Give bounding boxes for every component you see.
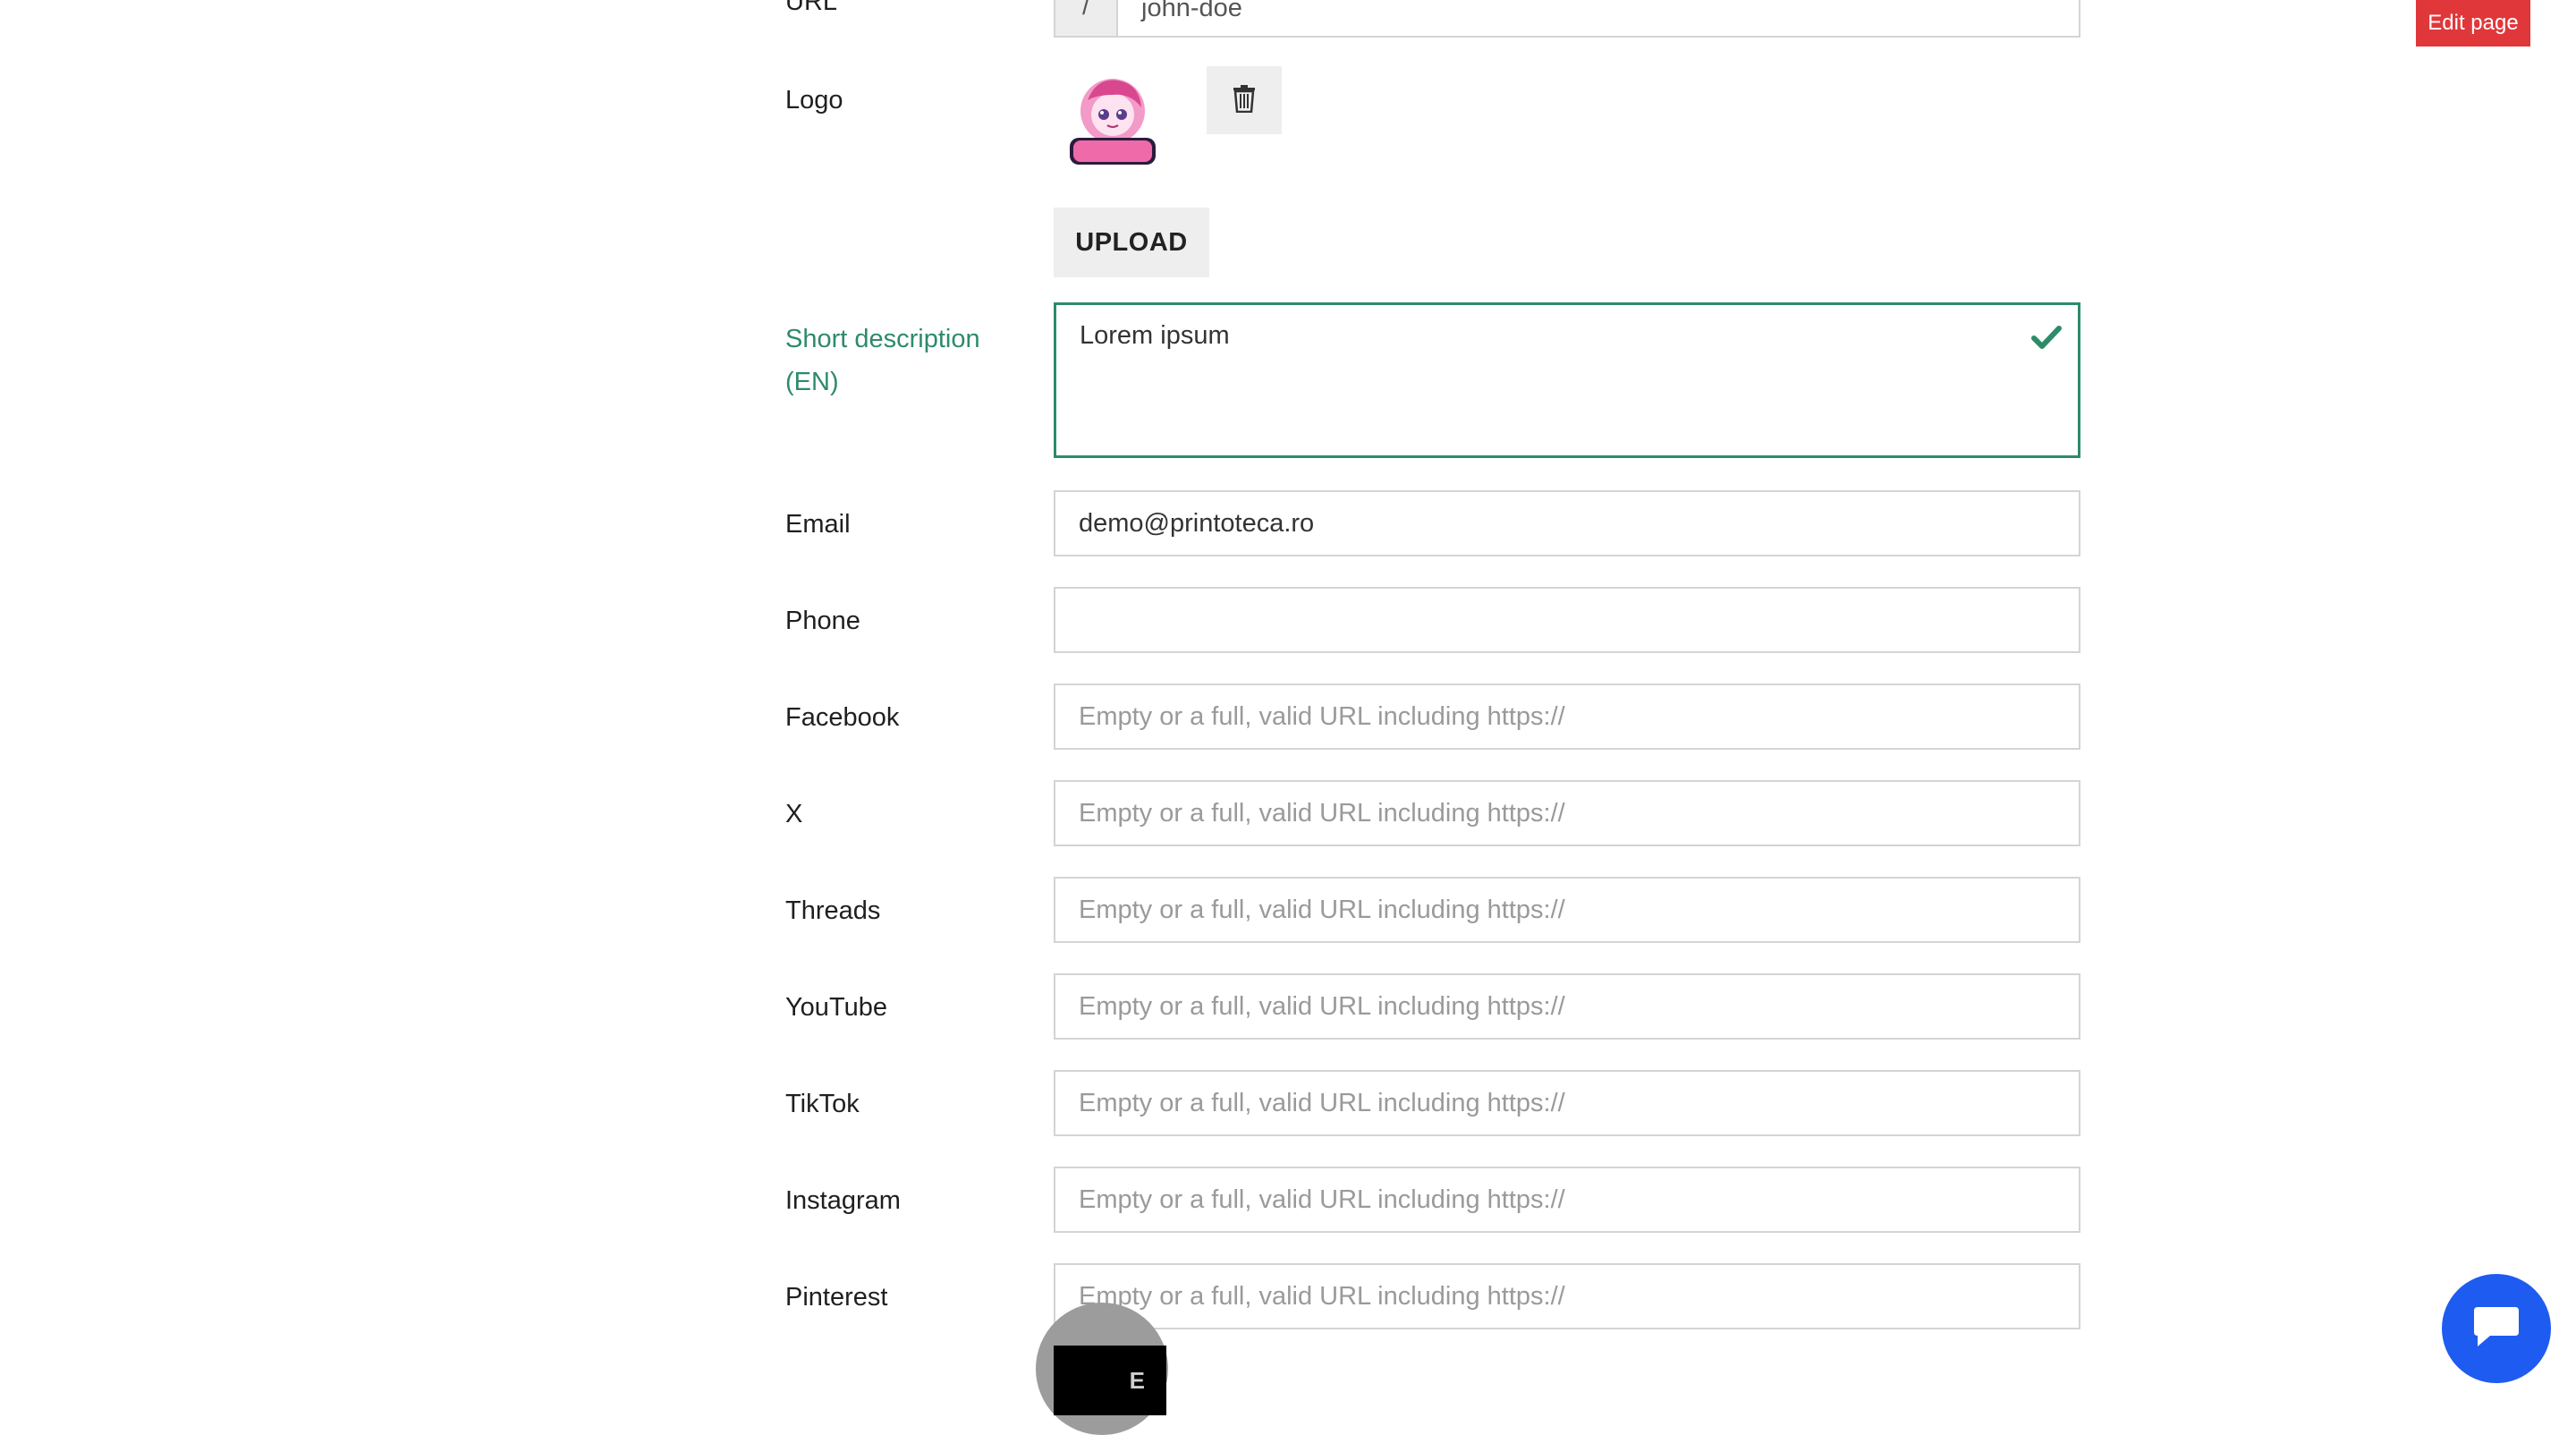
pinterest-placeholder: Empty or a full, valid URL including htt…: [1079, 1281, 1565, 1311]
tiktok-placeholder: Empty or a full, valid URL including htt…: [1079, 1088, 1565, 1117]
instagram-placeholder: Empty or a full, valid URL including htt…: [1079, 1185, 1565, 1214]
pinterest-field[interactable]: Empty or a full, valid URL including htt…: [1054, 1263, 2080, 1329]
tiktok-label: TikTok: [785, 1090, 860, 1118]
youtube-label: YouTube: [785, 993, 887, 1022]
url-prefix: /: [1055, 0, 1118, 36]
url-label: URL: [785, 0, 838, 16]
facebook-label: Facebook: [785, 703, 900, 732]
edit-page-button[interactable]: Edit page: [2416, 0, 2530, 47]
facebook-field[interactable]: Empty or a full, valid URL including htt…: [1054, 684, 2080, 750]
short-description-label-line1: Short description: [785, 325, 980, 353]
upload-button[interactable]: UPLOAD: [1054, 208, 1209, 277]
x-label: X: [785, 800, 803, 828]
chat-bubble-icon: [2470, 1303, 2522, 1354]
short-description-label-line2: (EN): [785, 368, 839, 396]
x-placeholder: Empty or a full, valid URL including htt…: [1079, 798, 1565, 828]
threads-label: Threads: [785, 896, 881, 925]
url-input[interactable]: john-doe: [1118, 0, 2079, 36]
tiktok-field[interactable]: Empty or a full, valid URL including htt…: [1054, 1070, 2080, 1136]
youtube-placeholder: Empty or a full, valid URL including htt…: [1079, 991, 1565, 1021]
save-button[interactable]: E: [1054, 1346, 1166, 1415]
x-field[interactable]: Empty or a full, valid URL including htt…: [1054, 780, 2080, 846]
logo-image: [1061, 68, 1165, 172]
threads-field[interactable]: Empty or a full, valid URL including htt…: [1054, 877, 2080, 943]
youtube-field[interactable]: Empty or a full, valid URL including htt…: [1054, 973, 2080, 1040]
pinterest-label: Pinterest: [785, 1283, 888, 1312]
checkmark-icon: [2031, 325, 2062, 357]
delete-logo-button[interactable]: [1207, 66, 1282, 134]
trash-icon: [1232, 84, 1257, 117]
email-label: Email: [785, 510, 851, 539]
logo-label: Logo: [785, 86, 843, 115]
phone-label: Phone: [785, 607, 860, 635]
url-field[interactable]: / john-doe: [1054, 0, 2080, 38]
facebook-placeholder: Empty or a full, valid URL including htt…: [1079, 701, 1565, 731]
threads-placeholder: Empty or a full, valid URL including htt…: [1079, 895, 1565, 924]
short-description-textarea[interactable]: Lorem ipsum: [1054, 302, 2080, 458]
short-description-value: Lorem ipsum: [1080, 321, 1230, 350]
chat-button[interactable]: [2442, 1274, 2551, 1383]
email-field[interactable]: demo@printoteca.ro: [1054, 490, 2080, 556]
email-value: demo@printoteca.ro: [1079, 508, 1315, 538]
short-description-label: Short description (EN): [785, 318, 980, 403]
instagram-label: Instagram: [785, 1186, 901, 1215]
phone-field[interactable]: [1054, 587, 2080, 653]
instagram-field[interactable]: Empty or a full, valid URL including htt…: [1054, 1167, 2080, 1233]
